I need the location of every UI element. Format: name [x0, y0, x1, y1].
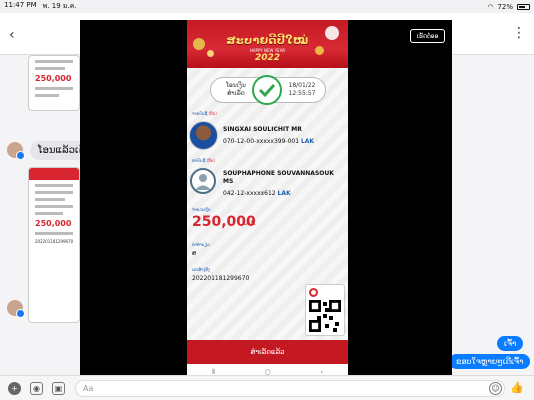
- status-time: 11:47 PM: [4, 1, 37, 9]
- battery-icon: [517, 3, 530, 10]
- new-year-banner: ສະບາຍດີປີໃໝ່ HAPPY NEW YEAR 2022: [187, 20, 348, 68]
- sender-label: ຈາກບັນຊີ (ກິບ): [192, 111, 217, 116]
- camera-icon[interactable]: ◉: [30, 382, 43, 395]
- reference-number: 202201181299670: [192, 275, 250, 282]
- thumb-amount: 250,000: [35, 74, 72, 83]
- bank-logo-icon: [309, 288, 318, 297]
- like-icon[interactable]: 👍: [510, 381, 524, 394]
- more-options-icon[interactable]: ⋮: [512, 25, 526, 41]
- receiver-account: 042-12-xxxxx612 LAK: [223, 190, 291, 197]
- wifi-icon: ◠: [487, 2, 494, 11]
- contact-avatar-2[interactable]: [7, 300, 25, 318]
- receipt-thumbnail[interactable]: 250,000 202201181299670: [28, 167, 80, 323]
- sender-avatar: [189, 121, 218, 150]
- message-input[interactable]: Aa: [75, 380, 505, 397]
- image-thumbnail[interactable]: 250,000: [28, 55, 80, 111]
- thumb-amount-2: 250,000: [35, 219, 72, 228]
- plus-icon[interactable]: +: [8, 382, 21, 395]
- emoji-icon[interactable]: ☺: [489, 382, 502, 395]
- qr-code-icon: [309, 300, 341, 332]
- fee-value: ສ: [192, 250, 197, 257]
- sender-name: SINGXAI SOULICHIT MR: [223, 126, 302, 133]
- message-composer: + ◉ ▣ Aa ☺ 👍: [0, 375, 534, 400]
- banner-title: ສະບາຍດີປີໃໝ່: [226, 34, 309, 47]
- banner-year: 2022: [254, 53, 281, 63]
- thumb-ref: 202201181299670: [35, 239, 74, 244]
- receiver-avatar-icon: [190, 168, 216, 194]
- share-button[interactable]: ເຮັດຕໍ່ອອ: [410, 29, 445, 43]
- status-bar: 11:47 PM พ. 19 ม.ค. ◠ 72%: [0, 0, 534, 13]
- amount-currency: LAK: [242, 219, 256, 227]
- battery-percent: 72%: [497, 2, 513, 11]
- sender-account: 070-12-00-xxxxx399-001 LAK: [223, 138, 315, 145]
- receiver-label: ຫາບັນຊີ (ກິບ): [192, 158, 215, 163]
- message-bubble-right-1: ເຈົ້າ: [497, 336, 524, 351]
- reference-label: ເລກອ້າງອີງ: [192, 267, 210, 272]
- back-arrow-icon[interactable]: ‹: [9, 27, 15, 43]
- receiver-name: SOUPHAPHONE SOUVANNASOUK MS: [223, 170, 334, 185]
- transfer-datetime: 18/01/22 12:55:57: [288, 82, 316, 97]
- success-check-icon: [252, 75, 282, 105]
- gallery-icon[interactable]: ▣: [52, 382, 65, 395]
- message-bubble-right-2: ຂອບໃຈຫຼາຍໆເດີເຈົ້າ: [449, 354, 531, 369]
- amount-label: ຈຳນວນເງິນ: [192, 207, 211, 212]
- fee-label: ຄ່າທຳນຽມ: [192, 242, 210, 247]
- done-button[interactable]: ສຳເລັດແລ້ວ: [187, 340, 348, 364]
- status-date: พ. 19 ม.ค.: [42, 2, 77, 10]
- status-text: ໂອນເງິນ ສຳເລັດ: [226, 82, 246, 97]
- contact-avatar[interactable]: [7, 142, 25, 160]
